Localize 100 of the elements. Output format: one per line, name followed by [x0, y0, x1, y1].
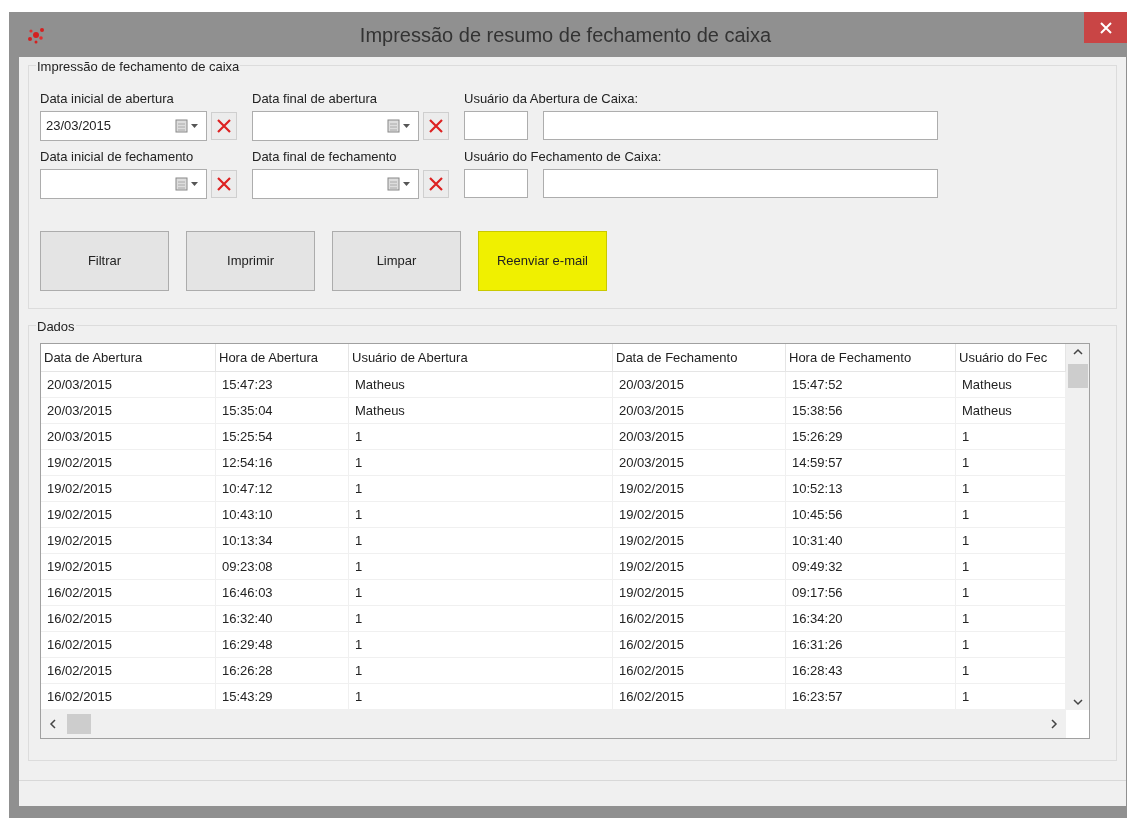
table-cell: 09:23:08	[216, 554, 349, 579]
table-cell: 10:13:34	[216, 528, 349, 553]
close-icon	[428, 176, 444, 192]
table-cell: 20/03/2015	[613, 450, 786, 475]
table-cell: 10:43:10	[216, 502, 349, 527]
table-cell: 19/02/2015	[613, 580, 786, 605]
field-label: Data final de abertura	[252, 90, 379, 108]
table-cell: 1	[349, 424, 613, 449]
table-cell: 10:45:56	[786, 502, 956, 527]
clear-button[interactable]	[211, 170, 237, 198]
table-cell: 19/02/2015	[613, 554, 786, 579]
table-cell: 16/02/2015	[41, 632, 216, 657]
table-cell: 10:31:40	[786, 528, 956, 553]
clear-button[interactable]	[423, 112, 449, 140]
column-header[interactable]: Data de Fechamento	[613, 344, 786, 371]
table-cell: 19/02/2015	[41, 502, 216, 527]
calendar-dropdown-icon[interactable]	[387, 119, 413, 133]
table-cell: 12:54:16	[216, 450, 349, 475]
scroll-up-icon[interactable]	[1072, 348, 1083, 356]
table-cell: 1	[349, 476, 613, 501]
scroll-thumb[interactable]	[67, 714, 91, 734]
date-field[interactable]	[252, 169, 419, 199]
calendar-dropdown-icon[interactable]	[175, 119, 201, 133]
table-cell: 1	[349, 684, 613, 709]
table-cell: 20/03/2015	[613, 372, 786, 397]
date-field[interactable]: 23/03/2015	[40, 111, 207, 141]
scroll-down-icon[interactable]	[1072, 698, 1083, 706]
table-cell: Matheus	[349, 372, 613, 397]
table-cell: 15:25:54	[216, 424, 349, 449]
table-cell: 09:49:32	[786, 554, 956, 579]
column-header[interactable]: Hora de Abertura	[216, 344, 349, 371]
table-cell: 16:29:48	[216, 632, 349, 657]
table-cell: 20/03/2015	[613, 424, 786, 449]
table-cell: 16:31:26	[786, 632, 956, 657]
table-cell: Matheus	[349, 398, 613, 423]
close-icon	[428, 118, 444, 134]
table-cell: 14:59:57	[786, 450, 956, 475]
table-cell: 1	[349, 450, 613, 475]
column-header[interactable]: Data de Abertura	[41, 344, 216, 371]
window-title: Impressão de resumo de fechamento de caixa	[358, 22, 773, 48]
table-cell: 16/02/2015	[613, 684, 786, 709]
table-cell: 16/02/2015	[41, 658, 216, 683]
field-label: Data inicial de abertura	[40, 90, 175, 108]
table-cell: 1	[349, 658, 613, 683]
table-cell: 19/02/2015	[41, 528, 216, 553]
table-cell: 16/02/2015	[41, 684, 216, 709]
scroll-left-icon[interactable]	[49, 719, 57, 729]
user-name-field[interactable]	[543, 169, 938, 198]
table-cell: 16:23:57	[786, 684, 956, 709]
table-cell: 16:34:20	[786, 606, 956, 631]
field-label: Usuário do Fechamento de Caixa:	[464, 148, 663, 166]
user-name-field[interactable]	[543, 111, 938, 140]
close-icon	[216, 176, 232, 192]
clear-button[interactable]	[211, 112, 237, 140]
horizontal-scrollbar[interactable]	[41, 710, 1066, 738]
table-cell: 1	[349, 580, 613, 605]
vertical-scrollbar[interactable]	[1066, 344, 1089, 710]
table-cell: 19/02/2015	[613, 502, 786, 527]
table-cell: 1	[349, 606, 613, 631]
table-cell: 10:52:13	[786, 476, 956, 501]
scroll-thumb[interactable]	[1067, 364, 1088, 388]
table-cell: 19/02/2015	[41, 476, 216, 501]
calendar-dropdown-icon[interactable]	[387, 177, 413, 191]
table-cell: 20/03/2015	[41, 424, 216, 449]
table-cell: 20/03/2015	[41, 398, 216, 423]
table-cell: 16/02/2015	[613, 632, 786, 657]
clear-button[interactable]	[423, 170, 449, 198]
table-cell: 1	[349, 528, 613, 553]
table-cell: 16/02/2015	[41, 606, 216, 631]
field-label: Data inicial de fechamento	[40, 148, 195, 166]
table-cell: 20/03/2015	[41, 372, 216, 397]
table-cell: 16/02/2015	[613, 658, 786, 683]
date-field[interactable]	[252, 111, 419, 141]
table-cell: 1	[349, 632, 613, 657]
table-cell: 15:26:29	[786, 424, 956, 449]
table-cell: 15:38:56	[786, 398, 956, 423]
action-button[interactable]: Filtrar	[40, 231, 169, 291]
table-cell: 19/02/2015	[613, 528, 786, 553]
table-cell: 16/02/2015	[41, 580, 216, 605]
table-cell: 19/02/2015	[41, 450, 216, 475]
calendar-dropdown-icon[interactable]	[175, 177, 201, 191]
table-cell: 15:43:29	[216, 684, 349, 709]
close-button[interactable]	[1084, 12, 1127, 43]
scroll-right-icon[interactable]	[1050, 719, 1058, 729]
close-icon	[216, 118, 232, 134]
table-cell: 15:47:23	[216, 372, 349, 397]
user-id-field[interactable]	[464, 169, 528, 198]
column-header[interactable]: Usuário de Abertura	[349, 344, 613, 371]
user-id-field[interactable]	[464, 111, 528, 140]
action-button[interactable]: Imprimir	[186, 231, 315, 291]
table-cell: 16/02/2015	[613, 606, 786, 631]
table-cell: 16:46:03	[216, 580, 349, 605]
table-cell: 15:47:52	[786, 372, 956, 397]
table-cell: 16:26:28	[216, 658, 349, 683]
action-button[interactable]: Limpar	[332, 231, 461, 291]
column-header[interactable]: Hora de Fechamento	[786, 344, 956, 371]
action-button[interactable]: Reenviar e-mail	[478, 231, 607, 291]
date-field[interactable]	[40, 169, 207, 199]
table-cell: 10:47:12	[216, 476, 349, 501]
close-icon	[1099, 21, 1112, 34]
